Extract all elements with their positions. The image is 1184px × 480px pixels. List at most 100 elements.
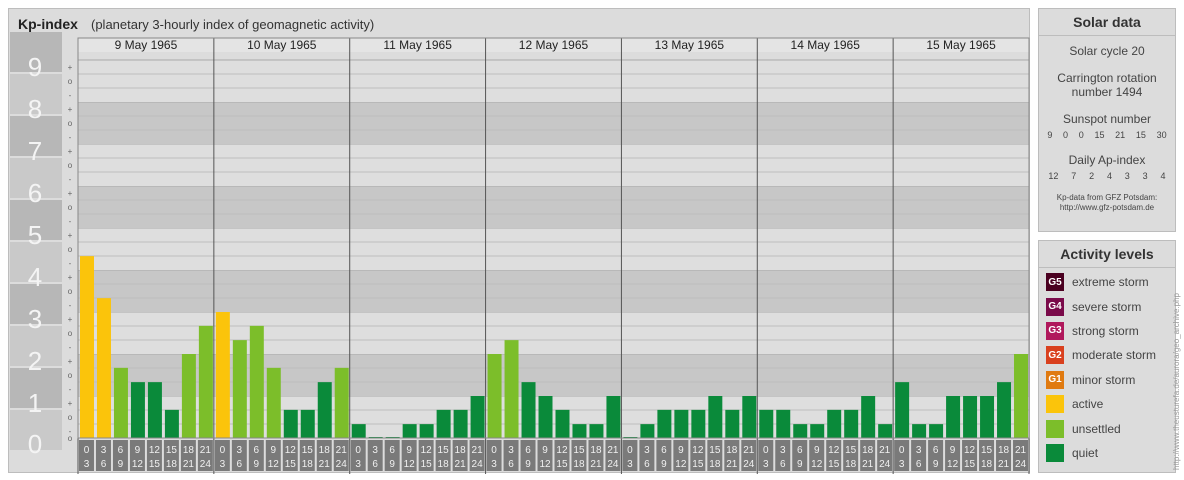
sunspot-value: 0 <box>1078 130 1084 140</box>
y-sublabel: + <box>68 231 73 240</box>
time-start-label: 6 <box>933 445 939 456</box>
kp-bar <box>674 409 689 438</box>
time-end-label: 18 <box>573 459 585 470</box>
y-axis-label: 3 <box>28 304 42 334</box>
kp-bar <box>606 396 621 438</box>
y-axis-label: 9 <box>28 52 42 82</box>
y-sublabel: - <box>69 301 72 310</box>
time-start-label: 3 <box>644 445 650 456</box>
sunspot-value: 21 <box>1115 130 1126 140</box>
ap-value: 12 <box>1048 171 1059 181</box>
kp-bar <box>963 396 978 438</box>
time-end-label: 24 <box>472 459 484 470</box>
time-start-label: 0 <box>899 445 905 456</box>
kp-bar <box>96 298 111 438</box>
activity-level-moderate-storm: G2 moderate storm <box>1039 343 1175 367</box>
kp-bar <box>504 340 519 438</box>
time-end-label: 12 <box>539 459 551 470</box>
kp-bar <box>317 382 332 438</box>
kp-bar <box>215 312 230 438</box>
ap-value: 3 <box>1124 171 1130 181</box>
day-label: 10 May 1965 <box>247 38 317 52</box>
time-start-label: 18 <box>590 445 602 456</box>
time-end-label: 6 <box>780 459 786 470</box>
kp-bar <box>657 409 672 438</box>
time-start-label: 0 <box>491 445 497 456</box>
watermark: http://www.theusturefa.de/aurora/geo_arc… <box>1172 293 1181 470</box>
time-start-label: 0 <box>84 445 90 456</box>
time-start-label: 3 <box>372 445 378 456</box>
day-label: 15 May 1965 <box>926 38 996 52</box>
time-start-label: 0 <box>627 445 633 456</box>
time-end-label: 12 <box>947 459 959 470</box>
time-start-label: 9 <box>135 445 141 456</box>
level-swatch <box>1046 419 1064 438</box>
y-sublabel: - <box>69 175 72 184</box>
time-start-label: 9 <box>678 445 684 456</box>
activity-levels-panel: Activity levels G5 extreme storm G4 severe … <box>1038 240 1176 473</box>
y-sublabel: - <box>69 385 72 394</box>
solar-data-panel: Solar data Solar cycle 20 Carrington rot… <box>1038 8 1176 232</box>
y-sublabel: o <box>68 434 73 443</box>
kp-bar <box>997 382 1012 438</box>
ap-index-values: 12 7 2 4 3 3 4 <box>1039 171 1175 181</box>
time-end-label: 6 <box>644 459 650 470</box>
y-sublabel: o <box>68 77 73 86</box>
time-end-label: 12 <box>404 459 416 470</box>
kp-bar <box>419 424 434 438</box>
time-start-label: 12 <box>828 445 840 456</box>
ap-value: 4 <box>1160 171 1166 181</box>
y-axis-label: 8 <box>28 94 42 124</box>
time-start-label: 3 <box>508 445 514 456</box>
time-end-label: 18 <box>709 459 721 470</box>
ap-value: 7 <box>1071 171 1077 181</box>
time-end-label: 15 <box>556 459 568 470</box>
sunspot-value: 9 <box>1047 130 1053 140</box>
kp-bar <box>249 325 264 438</box>
time-start-label: 9 <box>271 445 277 456</box>
time-start-label: 15 <box>981 445 993 456</box>
y-sublabel: - <box>69 133 72 142</box>
time-end-label: 6 <box>101 459 107 470</box>
activity-level-extreme-storm: G5 extreme storm <box>1039 270 1175 294</box>
kp-bar <box>640 424 655 438</box>
y-sublabel: o <box>68 245 73 254</box>
time-end-label: 15 <box>828 459 840 470</box>
kp-bar <box>980 396 995 438</box>
time-start-label: 3 <box>101 445 107 456</box>
chart-subtitle: (planetary 3-hourly index of geomagnetic… <box>91 17 375 32</box>
time-end-label: 21 <box>726 459 738 470</box>
time-end-label: 9 <box>661 459 667 470</box>
kp-bar <box>164 409 179 438</box>
data-source-label: Kp-data from GFZ Potsdam: <box>1056 193 1158 202</box>
kp-bar <box>130 382 145 438</box>
time-start-label: 18 <box>726 445 738 456</box>
level-label: moderate storm <box>1072 348 1157 363</box>
time-start-label: 12 <box>285 445 297 456</box>
y-sublabel: o <box>68 203 73 212</box>
level-swatch: G5 <box>1046 273 1064 292</box>
time-end-label: 15 <box>421 459 433 470</box>
level-swatch: G4 <box>1046 297 1064 316</box>
kp-bar <box>878 424 893 438</box>
time-end-label: 24 <box>607 459 619 470</box>
activity-level-severe-storm: G4 severe storm <box>1039 294 1175 318</box>
time-end-label: 12 <box>268 459 280 470</box>
sunspot-values: 9 0 0 15 21 15 30 <box>1039 130 1175 140</box>
y-sublabel: o <box>68 329 73 338</box>
activity-levels-heading: Activity levels <box>1039 241 1175 268</box>
time-start-label: 21 <box>607 445 619 456</box>
data-source-link[interactable]: http://www.gfz-potsdam.de <box>1039 203 1175 213</box>
y-sublabel: - <box>69 259 72 268</box>
time-start-label: 18 <box>998 445 1010 456</box>
time-start-label: 21 <box>879 445 891 456</box>
level-label: active <box>1072 397 1104 412</box>
time-end-label: 18 <box>981 459 993 470</box>
time-end-label: 3 <box>899 459 905 470</box>
y-sublabel: + <box>68 189 73 198</box>
time-start-label: 12 <box>964 445 976 456</box>
kp-bar <box>436 409 451 438</box>
time-start-label: 6 <box>254 445 260 456</box>
kp-bar <box>402 424 417 438</box>
time-end-label: 24 <box>743 459 755 470</box>
